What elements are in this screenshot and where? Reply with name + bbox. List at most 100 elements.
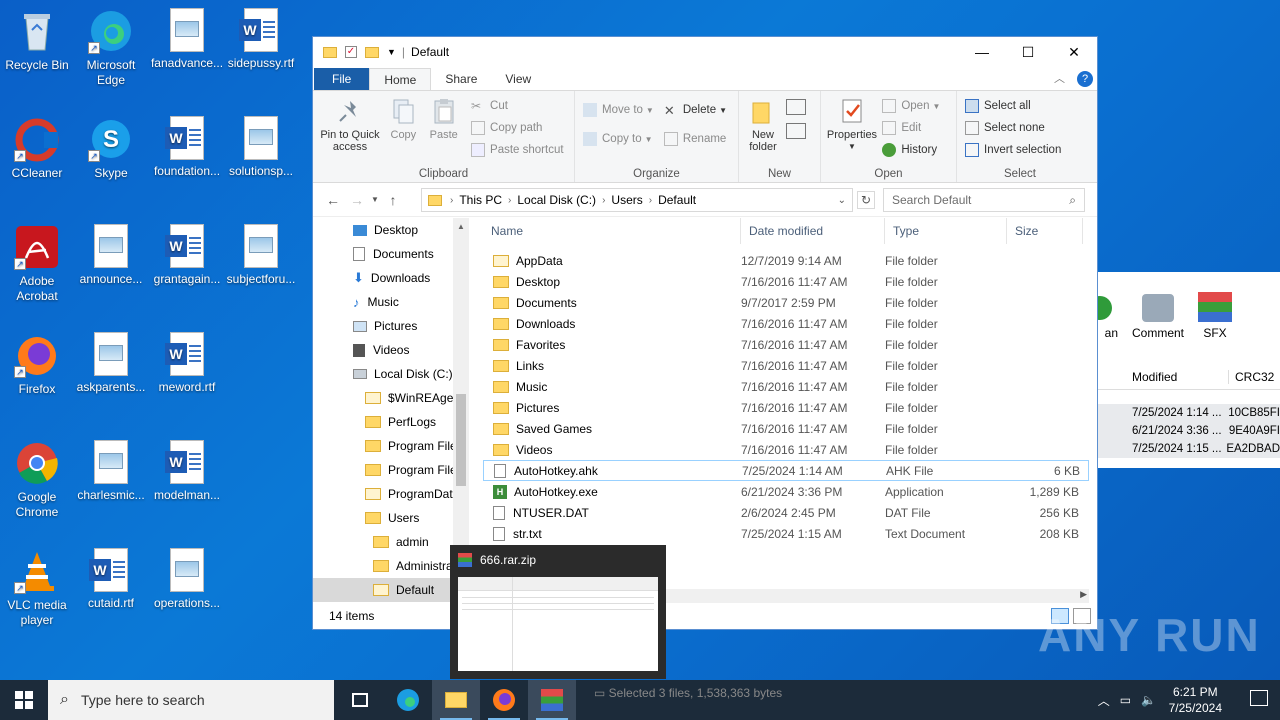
file-row[interactable]: H AutoHotkey.exe 6/21/2024 3:36 PM Applicat… <box>483 481 1089 502</box>
desktop-icon-file[interactable]: charlesmic... <box>74 440 148 503</box>
desktop-icon-file[interactable]: subjectforu... <box>224 224 298 287</box>
taskbar-search-box[interactable]: ⌕ Type here to search <box>48 680 334 720</box>
taskbar-firefox[interactable] <box>480 680 528 720</box>
properties-button[interactable]: Properties ▼ <box>825 95 879 153</box>
network-icon[interactable]: ▭ <box>1120 693 1131 707</box>
nav-item-folder[interactable]: Program Files <box>313 434 469 458</box>
copy-to-button[interactable]: Copy to ▼ <box>583 125 654 153</box>
file-row[interactable]: Saved Games 7/16/2016 11:47 AM File folder <box>483 418 1089 439</box>
file-row[interactable]: Downloads 7/16/2016 11:47 AM File folder <box>483 313 1089 334</box>
nav-item-default[interactable]: Default <box>313 578 469 602</box>
desktop-icon-file[interactable]: W modelman... <box>150 440 224 503</box>
open-button[interactable]: Open ▼ <box>882 95 940 117</box>
paste-button[interactable]: Paste <box>424 95 464 141</box>
nav-item-folder[interactable]: $WinREAgent <box>313 386 469 410</box>
desktop-icon-ccleaner[interactable]: ↗ CCleaner <box>0 116 74 181</box>
nav-item-music[interactable]: ♪ Music <box>313 290 469 314</box>
select-all-button[interactable]: Select all <box>965 95 1079 117</box>
column-header-type[interactable]: Type <box>885 218 1007 244</box>
winrar-tool-sfx[interactable]: SFX <box>1198 292 1233 340</box>
pin-quick-access-button[interactable]: Pin to Quick access <box>317 95 383 153</box>
winrar-row[interactable]: 7/25/2024 1:14 ... 10CB85FI <box>1098 404 1280 422</box>
taskbar-edge[interactable] <box>384 680 432 720</box>
customize-toolbar-chevron-icon[interactable]: ▼ <box>387 47 396 57</box>
file-row[interactable]: Documents 9/7/2017 2:59 PM File folder <box>483 292 1089 313</box>
file-row[interactable]: Videos 7/16/2016 11:47 AM File folder <box>483 439 1089 460</box>
refresh-icon[interactable]: ↻ <box>857 191 875 209</box>
desktop-icon-file[interactable]: W foundation... <box>150 116 224 179</box>
breadcrumb-item[interactable]: Default <box>658 193 696 207</box>
desktop-icon-file[interactable]: operations... <box>150 548 224 611</box>
forward-arrow-icon[interactable]: → <box>345 192 369 208</box>
volume-icon[interactable]: 🔈 <box>1141 693 1156 707</box>
desktop-icon-chrome[interactable]: Google Chrome <box>0 440 74 520</box>
winrar-row[interactable]: 6/21/2024 3:36 ... 9E40A9FI <box>1098 422 1280 440</box>
desktop-icon-file[interactable]: W grantagain... <box>150 224 224 287</box>
file-row[interactable]: Links 7/16/2016 11:47 AM File folder <box>483 355 1089 376</box>
file-row[interactable]: Desktop 7/16/2016 11:47 AM File folder <box>483 271 1089 292</box>
nav-item-folder[interactable]: admin <box>313 530 469 554</box>
desktop-icon-edge[interactable]: ↗ Microsoft Edge <box>74 8 148 88</box>
copy-path-button[interactable]: Copy path <box>471 117 564 139</box>
nav-item-videos[interactable]: Videos <box>313 338 469 362</box>
up-arrow-icon[interactable]: ↑ <box>381 192 405 208</box>
file-row[interactable]: str.txt 7/25/2024 1:15 AM Text Document 208… <box>483 523 1089 544</box>
winrar-tool[interactable]: an <box>1098 296 1118 340</box>
collapse-ribbon-icon[interactable]: ︿ <box>1054 70 1065 86</box>
desktop-icon-file[interactable]: solutionsp... <box>224 116 298 179</box>
desktop-icon-file[interactable]: W meword.rtf <box>150 332 224 395</box>
notifications-icon[interactable] <box>1250 690 1268 706</box>
start-button[interactable] <box>0 680 48 720</box>
desktop-icon-file[interactable]: W cutaid.rtf <box>74 548 148 611</box>
column-header-name[interactable]: Name <box>483 218 741 244</box>
tab-home[interactable]: Home <box>369 68 432 90</box>
recent-locations-chevron-icon[interactable]: ▼ <box>369 195 381 204</box>
nav-item-folder[interactable]: PerfLogs <box>313 410 469 434</box>
file-row[interactable]: NTUSER.DAT 2/6/2024 2:45 PM DAT File 256 KB <box>483 502 1089 523</box>
nav-item-folder[interactable]: Administrat <box>313 554 469 578</box>
delete-button[interactable]: ✕ Delete ▼ <box>664 95 727 125</box>
taskbar-winrar[interactable] <box>528 680 576 720</box>
close-button[interactable]: ✕ <box>1051 37 1097 67</box>
show-hidden-icons-chevron-icon[interactable]: ︿ <box>1098 692 1110 709</box>
nav-item-desktop[interactable]: Desktop <box>313 218 469 242</box>
file-row[interactable]: Music 7/16/2016 11:47 AM File folder <box>483 376 1089 397</box>
new-folder-button[interactable]: New folder <box>743 95 783 153</box>
new-item-icon[interactable] <box>786 99 807 115</box>
minimize-button[interactable]: — <box>959 37 1005 67</box>
scroll-up-icon[interactable]: ▲ <box>453 222 469 231</box>
desktop-icon-file[interactable]: askparents... <box>74 332 148 395</box>
back-arrow-icon[interactable]: ← <box>321 192 345 208</box>
edit-button[interactable]: Edit <box>882 117 940 139</box>
maximize-button[interactable]: ☐ <box>1005 37 1051 67</box>
cut-button[interactable]: ✂ Cut <box>471 95 564 117</box>
tab-share[interactable]: Share <box>431 68 491 90</box>
nav-item-local-disk[interactable]: Local Disk (C:) <box>313 362 469 386</box>
new-folder-icon[interactable] <box>365 46 379 58</box>
taskbar-clock[interactable]: 6:21 PM 7/25/2024 <box>1169 684 1222 716</box>
history-button[interactable]: History <box>882 139 940 161</box>
desktop-icon-file[interactable]: announce... <box>74 224 148 287</box>
address-bar[interactable]: › This PC › Local Disk (C:) › Users › De… <box>421 188 853 212</box>
paste-shortcut-button[interactable]: Paste shortcut <box>471 139 564 161</box>
nav-item-documents[interactable]: Documents <box>313 242 469 266</box>
properties-check-icon[interactable]: ✓ <box>345 46 357 58</box>
nav-item-downloads[interactable]: ⬇ Downloads <box>313 266 469 290</box>
select-none-button[interactable]: Select none <box>965 117 1079 139</box>
breadcrumb-item[interactable]: Local Disk (C:) <box>517 193 596 207</box>
file-row[interactable]: AutoHotkey.ahk 7/25/2024 1:14 AM AHK File 6… <box>483 460 1089 481</box>
task-view-button[interactable] <box>336 680 384 720</box>
column-header-date[interactable]: Date modified <box>741 218 885 244</box>
search-input[interactable]: Search Default ⌕ <box>883 188 1085 212</box>
folder-icon[interactable] <box>323 46 337 58</box>
tab-view[interactable]: View <box>491 68 545 90</box>
desktop-icon-recycle-bin[interactable]: Recycle Bin <box>0 8 74 73</box>
scrollbar-thumb[interactable] <box>456 394 466 486</box>
desktop-icon-firefox[interactable]: ↗ Firefox <box>0 332 74 397</box>
nav-item-folder[interactable]: Program Files <box>313 458 469 482</box>
desktop-icon-file[interactable]: W sidepussy.rtf <box>224 8 298 71</box>
nav-item-folder[interactable]: ProgramData <box>313 482 469 506</box>
easy-access-icon[interactable] <box>786 123 807 139</box>
nav-item-folder[interactable]: Users <box>313 506 469 530</box>
tab-file[interactable]: File <box>314 68 370 90</box>
